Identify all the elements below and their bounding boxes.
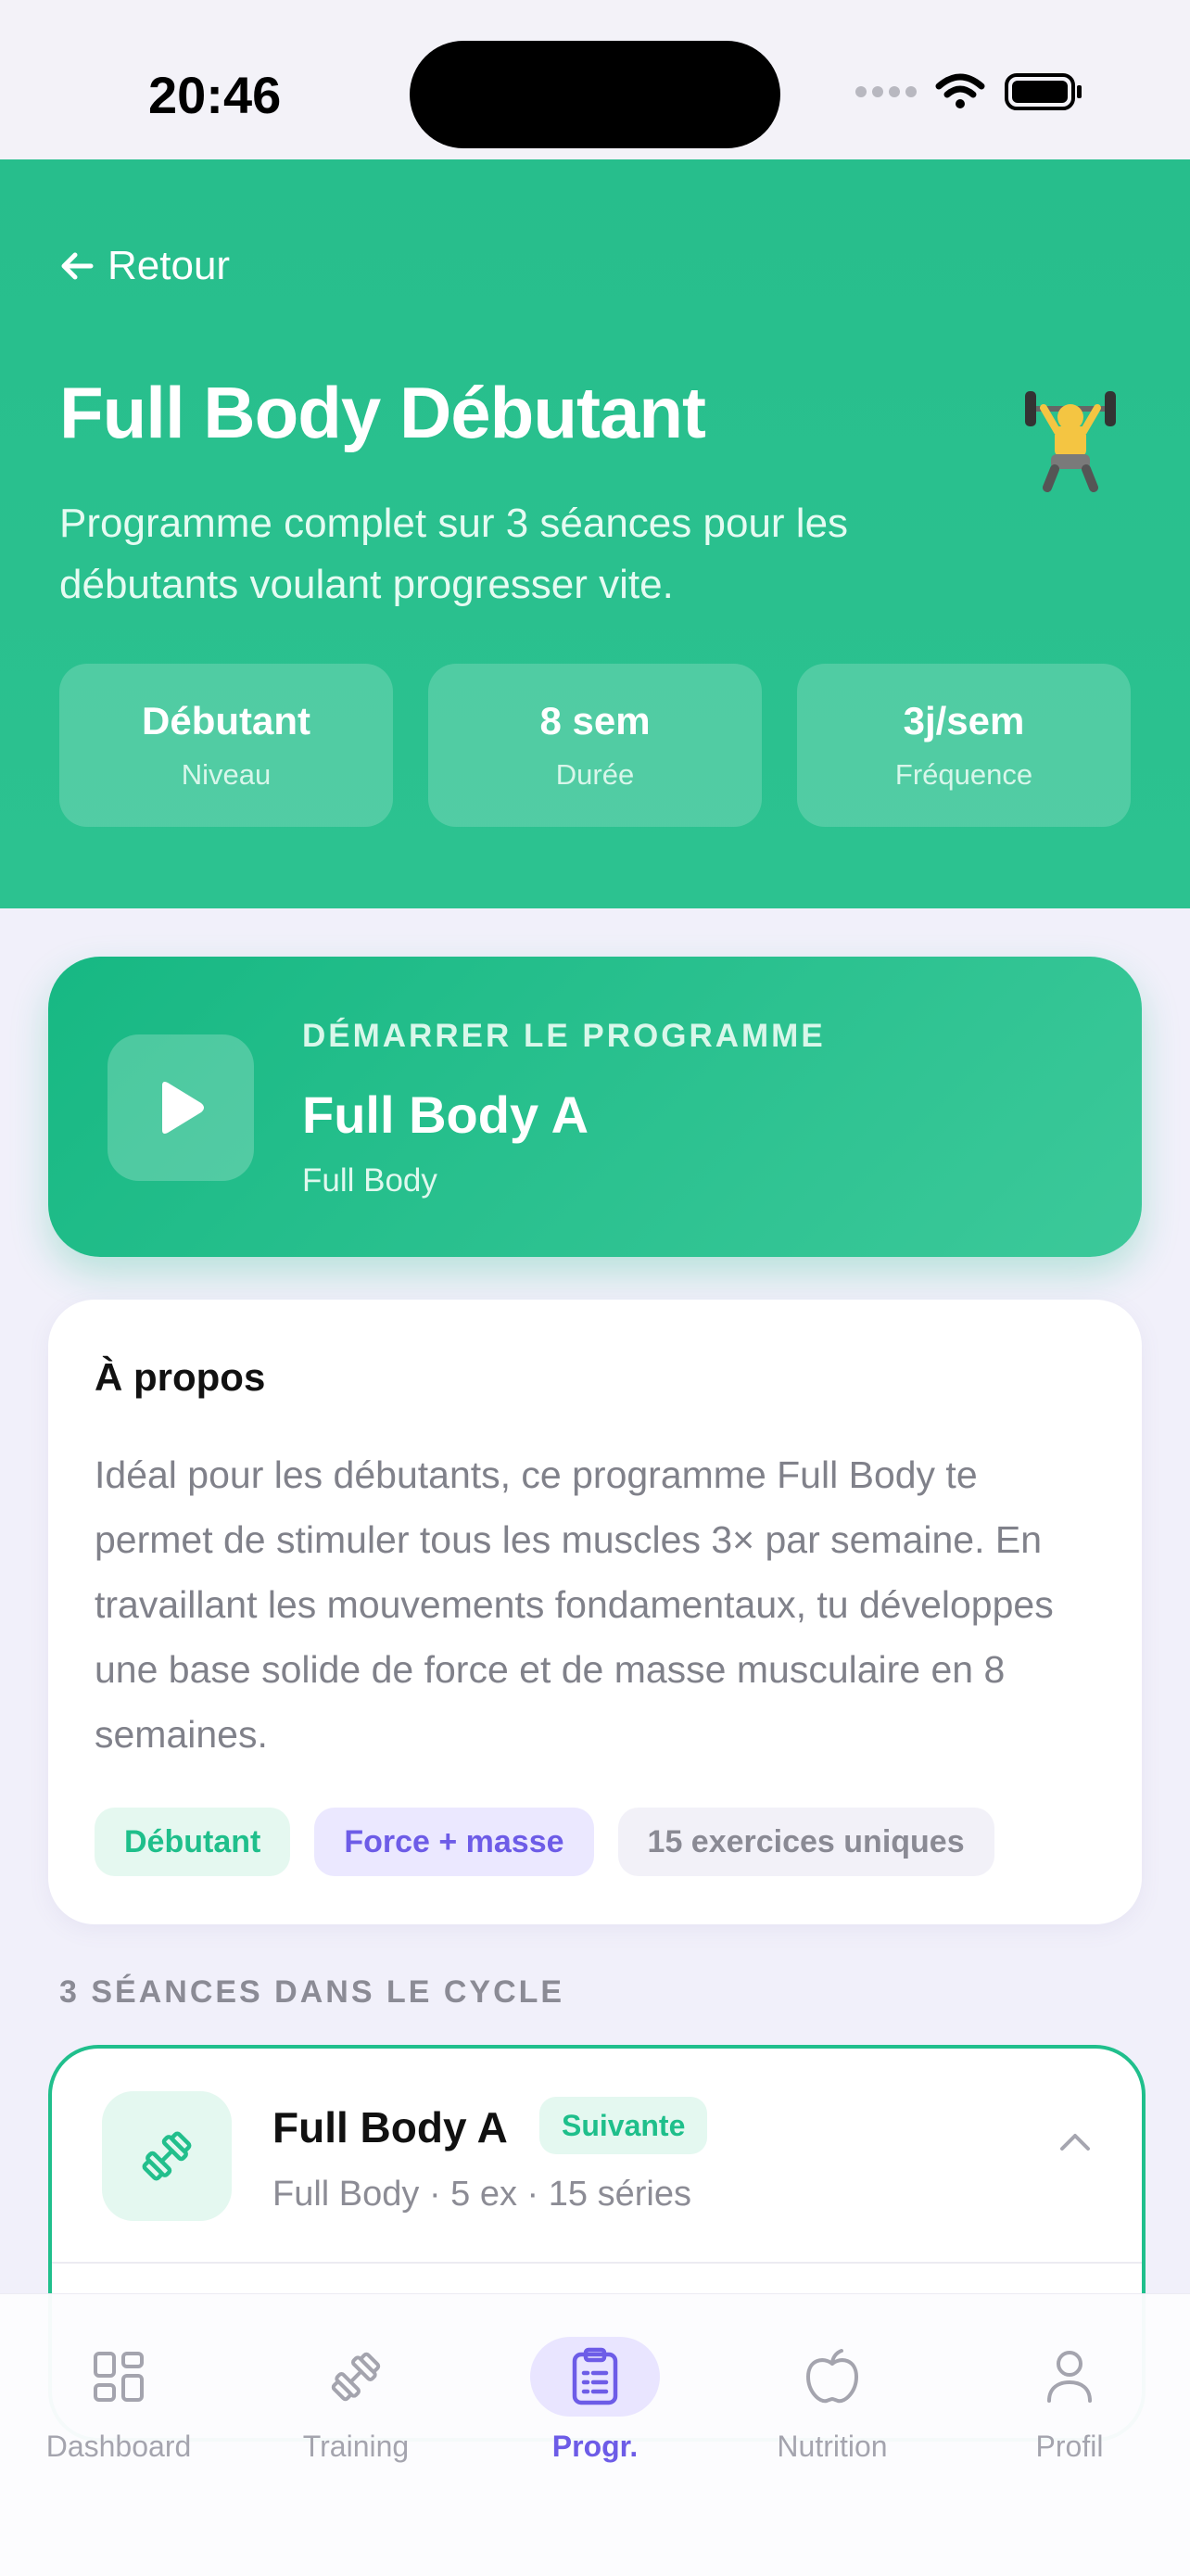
play-button[interactable] xyxy=(108,1034,254,1181)
tag-level: Débutant xyxy=(95,1808,291,1876)
user-icon xyxy=(1047,2351,1092,2403)
chevron-up-icon[interactable] xyxy=(1058,2130,1092,2152)
session-next-badge: Suivante xyxy=(539,2097,708,2154)
stat-label: Niveau xyxy=(181,758,272,791)
session-divider xyxy=(52,2262,1142,2264)
tab-icon-wrap xyxy=(291,2337,421,2417)
tab-label: Nutrition xyxy=(777,2430,888,2463)
tab-training[interactable]: Training xyxy=(254,2337,458,2476)
play-icon xyxy=(162,1082,204,1134)
tab-dashboard[interactable]: Dashboard xyxy=(17,2337,221,2476)
tab-profile[interactable]: Profil xyxy=(968,2337,1171,2476)
stat-value: Débutant xyxy=(142,699,310,742)
dumbbell-icon xyxy=(142,2131,192,2181)
start-title: Full Body A xyxy=(302,1085,589,1144)
session-meta: Full Body · 5 ex · 15 séries xyxy=(272,2175,691,2214)
stat-frequency: 3j/sem Fréquence xyxy=(797,664,1131,827)
about-title: À propos xyxy=(95,1355,266,1399)
session-title: Full Body A xyxy=(272,2103,508,2151)
cellular-signal-icon xyxy=(855,86,917,97)
stat-duration: 8 sem Durée xyxy=(428,664,762,827)
battery-icon xyxy=(1005,73,1082,110)
sessions-section-title: 3 SÉANCES DANS LE CYCLE xyxy=(59,1974,565,2010)
clipboard-icon xyxy=(572,2347,618,2405)
weightlifter-icon xyxy=(1025,391,1116,492)
tab-icon-wrap xyxy=(767,2337,897,2417)
stat-label: Fréquence xyxy=(894,758,1033,791)
tab-program[interactable]: Progr. xyxy=(493,2337,697,2476)
start-subtitle: Full Body xyxy=(302,1162,437,1199)
program-header: Retour Full Body Débutant Programme comp… xyxy=(0,159,1190,908)
status-bar: 20:46 xyxy=(0,0,1190,159)
grid-icon xyxy=(94,2352,144,2402)
tab-label: Training xyxy=(302,2430,410,2463)
about-text: Idéal pour les débutants, ce programme F… xyxy=(95,1453,1054,1756)
tab-label: Profil xyxy=(1035,2430,1104,2463)
tab-icon-wrap xyxy=(54,2337,184,2417)
stat-label: Durée xyxy=(555,758,635,791)
start-program-button[interactable]: DÉMARRER LE PROGRAMME Full Body A Full B… xyxy=(48,957,1142,1257)
back-label: Retour xyxy=(108,243,231,288)
tab-label: Progr. xyxy=(551,2430,639,2463)
bottom-tab-bar: Dashboard Training Progr. Nutrition Prof… xyxy=(0,2293,1190,2576)
tag-list: Débutant Force + masse 15 exercices uniq… xyxy=(95,1808,994,1876)
tab-nutrition[interactable]: Nutrition xyxy=(730,2337,934,2476)
tab-label: Dashboard xyxy=(45,2430,192,2463)
dumbbell-icon xyxy=(331,2352,381,2402)
back-button[interactable]: Retour xyxy=(59,243,230,289)
program-description: Programme complet sur 3 séances pour les… xyxy=(59,501,849,607)
about-card: À propos Idéal pour les débutants, ce pr… xyxy=(48,1300,1142,1924)
tab-icon-wrap xyxy=(1005,2337,1134,2417)
tab-icon-wrap xyxy=(530,2337,660,2417)
status-icons xyxy=(855,72,1083,111)
tag-exercises: 15 exercices uniques xyxy=(617,1808,994,1876)
stat-value: 3j/sem xyxy=(903,699,1025,742)
status-time: 20:46 xyxy=(148,66,282,124)
stat-level: Débutant Niveau xyxy=(59,664,393,827)
dynamic-island xyxy=(410,41,780,148)
page-title: Full Body Débutant xyxy=(59,372,706,453)
start-kicker: DÉMARRER LE PROGRAMME xyxy=(302,1018,826,1054)
arrow-left-icon xyxy=(61,252,94,280)
wifi-icon xyxy=(935,73,985,108)
apple-icon xyxy=(806,2349,858,2404)
program-stats: Débutant Niveau 8 sem Durée 3j/sem Fréqu… xyxy=(59,664,1131,827)
session-icon xyxy=(102,2091,232,2221)
tag-goal: Force + masse xyxy=(314,1808,594,1876)
stat-value: 8 sem xyxy=(539,699,651,742)
